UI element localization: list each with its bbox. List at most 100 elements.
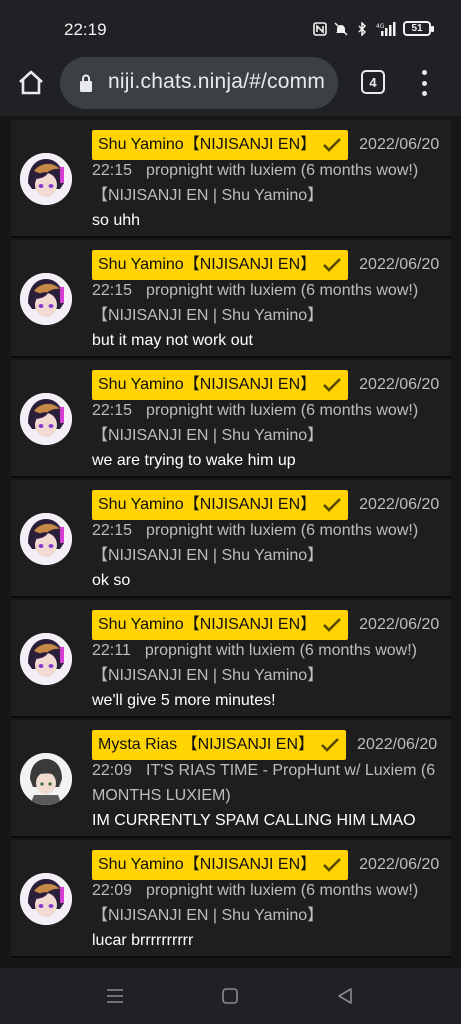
message-time: 22:15 — [92, 522, 133, 539]
chat-list[interactable]: Shu Yamino【NIJISANJI EN】 2022/06/20 22:15 p… — [0, 116, 461, 968]
stream-title[interactable]: propnight with luxiem (6 months wow!)【NI… — [92, 882, 418, 924]
message-date: 2022/06/20 — [359, 496, 440, 513]
message-date: 2022/06/20 — [359, 376, 440, 393]
verified-check-icon — [323, 378, 342, 392]
verified-check-icon — [323, 138, 342, 152]
chat-message[interactable]: Shu Yamino【NIJISANJI EN】 2022/06/20 22:15 p… — [11, 120, 451, 238]
message-text: IM CURRENTLY SPAM CALLING HIM LMAO — [92, 812, 416, 829]
message-date: 2022/06/20 — [357, 736, 438, 753]
message-meta: 22:11 propnight with luxiem (6 months wow… — [92, 638, 448, 688]
avatar[interactable] — [20, 633, 72, 685]
message-header: Shu Yamino【NIJISANJI EN】 2022/06/20 — [92, 370, 448, 400]
message-text: so uhh — [92, 212, 141, 229]
message-text: lucar brrrrrrrrrr — [92, 932, 194, 949]
url-text: niji.chats.ninja/#/comm — [108, 70, 326, 93]
message-time: 22:11 — [92, 642, 131, 659]
message-body: Shu Yamino【NIJISANJI EN】 2022/06/20 22:15 p… — [92, 370, 448, 474]
verified-check-icon — [321, 738, 339, 752]
message-header: Shu Yamino【NIJISANJI EN】 2022/06/20 — [92, 610, 448, 640]
status-bar: 22:19 4G 51 — [0, 0, 461, 56]
signal-4g-icon: 4G — [376, 21, 396, 36]
author-name: Shu Yamino【NIJISANJI EN】 — [98, 136, 317, 153]
message-header: Shu Yamino【NIJISANJI EN】 2022/06/20 — [92, 130, 448, 160]
back-nav-icon[interactable] — [336, 987, 354, 1005]
message-header: Shu Yamino【NIJISANJI EN】 2022/06/20 — [92, 250, 448, 280]
message-header: Shu Yamino【NIJISANJI EN】 2022/06/20 — [92, 850, 448, 880]
author-badge[interactable]: Shu Yamino【NIJISANJI EN】 — [92, 610, 349, 640]
chat-message[interactable]: Shu Yamino【NIJISANJI EN】 2022/06/20 22:15 p… — [11, 240, 451, 358]
status-icons: 4G 51 — [313, 21, 434, 36]
battery-indicator: 51 — [403, 21, 434, 36]
author-name: Shu Yamino【NIJISANJI EN】 — [98, 856, 317, 873]
message-meta: 22:15 propnight with luxiem (6 months wow… — [92, 158, 448, 208]
stream-title[interactable]: propnight with luxiem (6 months wow!)【NI… — [92, 282, 418, 324]
author-name: Shu Yamino【NIJISANJI EN】 — [98, 256, 317, 273]
system-nav-bar — [0, 968, 461, 1024]
message-text: we'll give 5 more minutes! — [92, 692, 276, 709]
stream-title[interactable]: propnight with luxiem (6 months wow!)【NI… — [92, 162, 418, 204]
verified-check-icon — [323, 618, 342, 632]
message-meta: 22:15 propnight with luxiem (6 months wow… — [92, 398, 448, 448]
home-icon[interactable] — [16, 68, 46, 98]
author-name: Shu Yamino【NIJISANJI EN】 — [98, 496, 317, 513]
verified-check-icon — [323, 258, 342, 272]
message-body: Shu Yamino【NIJISANJI EN】 2022/06/20 22:09 p… — [92, 850, 448, 954]
message-body: Shu Yamino【NIJISANJI EN】 2022/06/20 22:15 p… — [92, 490, 448, 594]
avatar[interactable] — [20, 873, 72, 925]
message-body: Shu Yamino【NIJISANJI EN】 2022/06/20 22:15 p… — [92, 130, 448, 234]
url-bar[interactable]: niji.chats.ninja/#/comm — [60, 57, 338, 109]
stream-title[interactable]: propnight with luxiem (6 months wow!)【NI… — [92, 402, 418, 444]
author-badge[interactable]: Shu Yamino【NIJISANJI EN】 — [92, 370, 349, 400]
mute-icon — [334, 21, 348, 36]
chat-message[interactable]: Mysta Rias 【NIJISANJI EN】 2022/06/20 22:09… — [11, 720, 451, 838]
chat-message[interactable]: Shu Yamino【NIJISANJI EN】 2022/06/20 22:15 p… — [11, 360, 451, 478]
message-header: Shu Yamino【NIJISANJI EN】 2022/06/20 — [92, 490, 448, 520]
message-meta: 22:09 IT'S RIAS TIME - PropHunt w/ Luxiem… — [92, 758, 448, 808]
avatar[interactable] — [20, 153, 72, 205]
author-badge[interactable]: Shu Yamino【NIJISANJI EN】 — [92, 490, 349, 520]
message-body: Shu Yamino【NIJISANJI EN】 2022/06/20 22:11 p… — [92, 610, 448, 714]
author-badge[interactable]: Shu Yamino【NIJISANJI EN】 — [92, 130, 349, 160]
message-text: ok so — [92, 572, 131, 589]
avatar[interactable] — [20, 753, 72, 805]
message-time: 22:15 — [92, 162, 133, 179]
author-name: Mysta Rias 【NIJISANJI EN】 — [98, 736, 315, 753]
avatar[interactable] — [20, 513, 72, 565]
chat-message[interactable]: Shu Yamino【NIJISANJI EN】 2022/06/20 22:11 p… — [11, 600, 451, 718]
chat-message[interactable]: Shu Yamino【NIJISANJI EN】 2022/06/20 22:09 p… — [11, 840, 451, 958]
svg-text:4G: 4G — [376, 23, 385, 30]
stream-title[interactable]: propnight with luxiem (6 months wow!)【NI… — [92, 522, 418, 564]
avatar[interactable] — [20, 273, 72, 325]
message-text: we are trying to wake him up — [92, 452, 296, 469]
avatar[interactable] — [20, 393, 72, 445]
message-text: but it may not work out — [92, 332, 253, 349]
more-menu-icon[interactable] — [414, 68, 434, 98]
recents-menu-icon[interactable] — [106, 987, 124, 1005]
bluetooth-icon — [358, 21, 367, 36]
message-time: 22:15 — [92, 402, 133, 419]
stream-title[interactable]: IT'S RIAS TIME - PropHunt w/ Luxiem (6 M… — [92, 762, 435, 804]
message-body: Mysta Rias 【NIJISANJI EN】 2022/06/20 22:09… — [92, 730, 448, 834]
home-nav-icon[interactable] — [221, 987, 239, 1005]
status-time: 22:19 — [64, 20, 107, 39]
message-date: 2022/06/20 — [359, 616, 440, 633]
message-time: 22:09 — [92, 882, 133, 899]
tab-switcher-button[interactable]: 4 — [361, 70, 385, 94]
message-date: 2022/06/20 — [359, 136, 440, 153]
message-body: Shu Yamino【NIJISANJI EN】 2022/06/20 22:15 p… — [92, 250, 448, 354]
message-meta: 22:15 propnight with luxiem (6 months wow… — [92, 518, 448, 568]
verified-check-icon — [323, 858, 342, 872]
message-meta: 22:15 propnight with luxiem (6 months wow… — [92, 278, 448, 328]
author-badge[interactable]: Mysta Rias 【NIJISANJI EN】 — [92, 730, 347, 760]
message-date: 2022/06/20 — [359, 256, 440, 273]
author-badge[interactable]: Shu Yamino【NIJISANJI EN】 — [92, 850, 349, 880]
verified-check-icon — [323, 498, 342, 512]
browser-toolbar: niji.chats.ninja/#/comm 4 — [0, 56, 461, 116]
message-header: Mysta Rias 【NIJISANJI EN】 2022/06/20 — [92, 730, 448, 760]
stream-title[interactable]: propnight with luxiem (6 months wow!)【NI… — [92, 642, 417, 684]
author-badge[interactable]: Shu Yamino【NIJISANJI EN】 — [92, 250, 349, 280]
chat-message[interactable]: Shu Yamino【NIJISANJI EN】 2022/06/20 22:15 p… — [11, 480, 451, 598]
nfc-icon — [313, 21, 327, 36]
message-time: 22:09 — [92, 762, 133, 779]
message-time: 22:15 — [92, 282, 133, 299]
